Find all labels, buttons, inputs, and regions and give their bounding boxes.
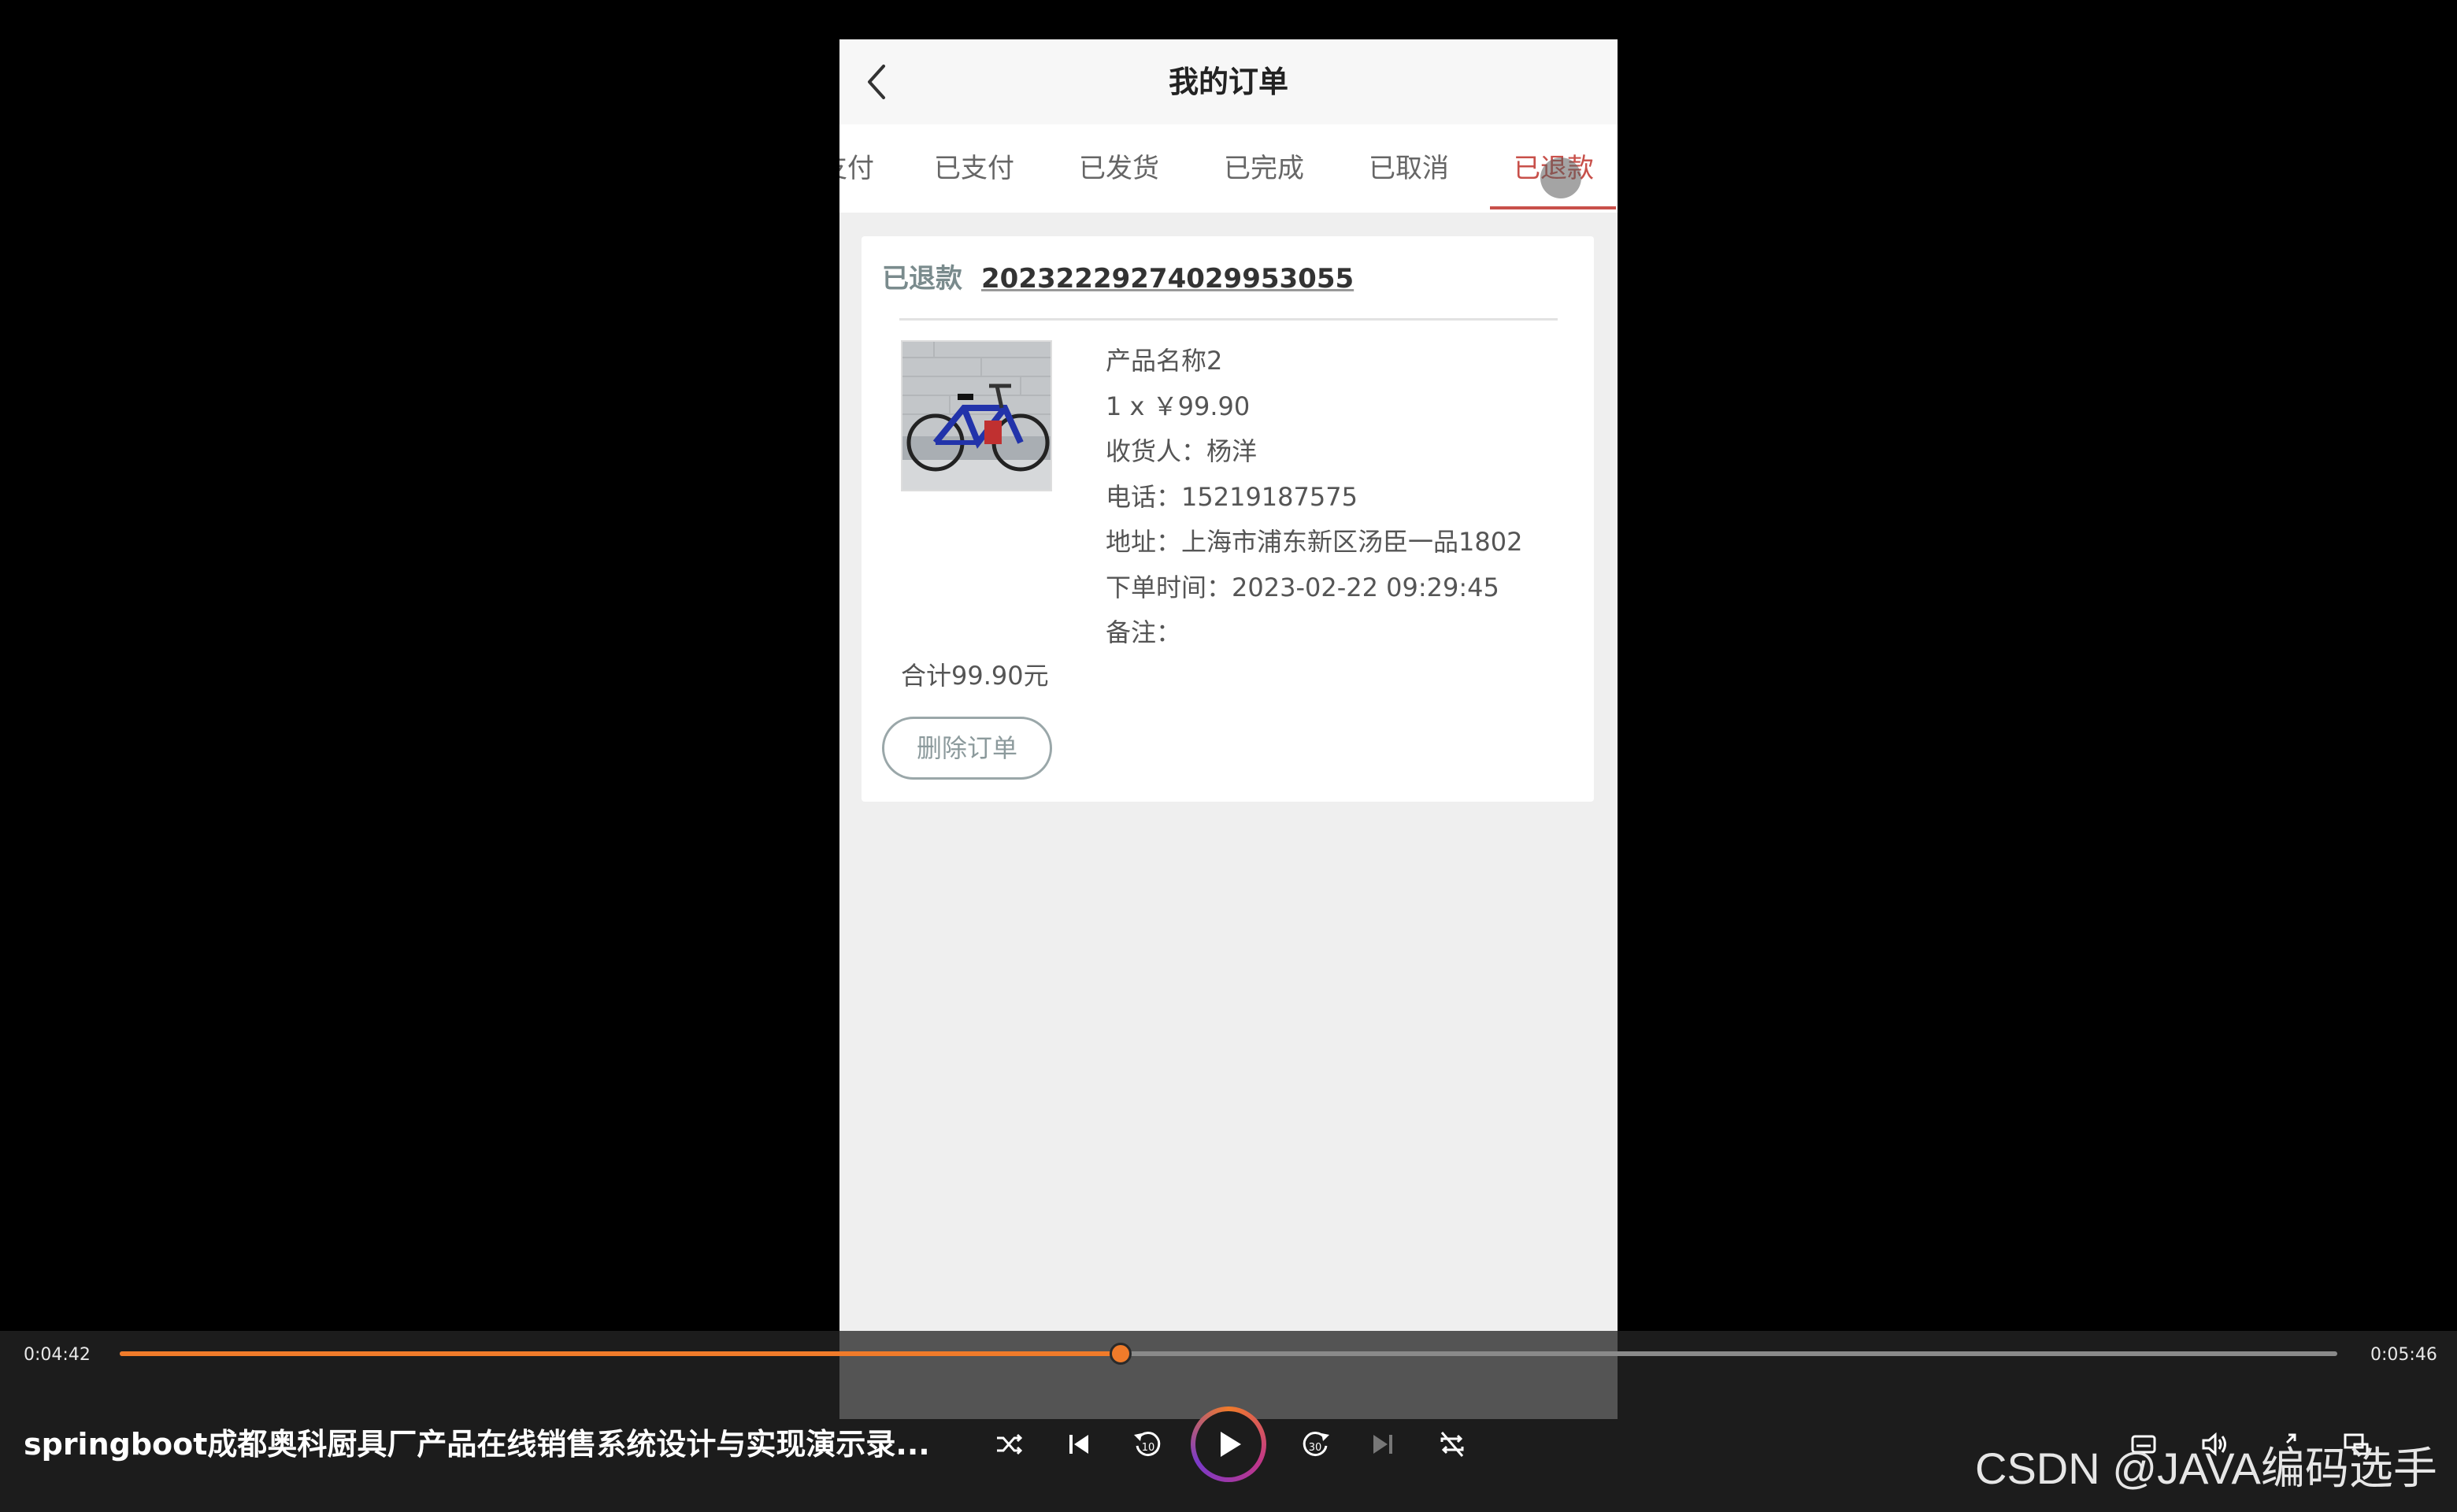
order-status-tabs: 支付 已支付 已发货 已完成 已取消 已退款 xyxy=(839,124,1618,213)
tab-paid[interactable]: 已支付 xyxy=(934,124,1014,213)
divider xyxy=(899,318,1558,321)
order-time: 下单时间：2023-02-22 09:29:45 xyxy=(1106,572,1499,602)
order-note: 备注： xyxy=(1106,617,1182,647)
skip-previous-icon xyxy=(1069,1435,1088,1454)
order-number: 20232229274029953055 xyxy=(981,263,1354,295)
address: 地址：上海市浦东新区汤臣一品1802 xyxy=(1106,527,1523,557)
product-image[interactable] xyxy=(901,340,1052,491)
video-title: springboot成都奥科厨具厂产品在线销售系统设计与实现演示录... xyxy=(24,1427,930,1462)
product-name: 产品名称2 xyxy=(1106,346,1223,376)
tab-unpaid[interactable]: 支付 xyxy=(839,124,874,213)
bicycle-photo-icon xyxy=(902,342,1051,490)
seek-handle[interactable] xyxy=(1109,1343,1132,1365)
tab-shipped[interactable]: 已发货 xyxy=(1079,124,1159,213)
current-time: 0:04:42 xyxy=(24,1345,91,1365)
skip-next-icon xyxy=(1373,1435,1392,1454)
rewind-10-icon: 10 xyxy=(1134,1432,1161,1457)
top-nav-bar: 我的订单 xyxy=(839,39,1618,124)
forward-30-button[interactable]: 30 xyxy=(1295,1424,1336,1465)
phone-screen: 我的订单 支付 已支付 已发货 已完成 已取消 已退款 已退款 202322292… xyxy=(839,39,1618,1419)
repeat-button[interactable] xyxy=(1432,1424,1473,1465)
rewind-10-button[interactable]: 10 xyxy=(1128,1424,1169,1465)
order-status: 已退款 xyxy=(882,263,962,295)
tab-completed[interactable]: 已完成 xyxy=(1224,124,1304,213)
shuffle-icon xyxy=(997,1433,1023,1455)
previous-button[interactable] xyxy=(1058,1424,1099,1465)
active-tab-indicator xyxy=(1490,206,1616,209)
order-card: 已退款 20232229274029953055 产品名称2 1 x ￥99.9… xyxy=(862,236,1594,802)
seek-bar-progress xyxy=(120,1351,1121,1356)
play-icon xyxy=(1221,1432,1241,1457)
receiver: 收货人：杨洋 xyxy=(1106,436,1258,466)
repeat-off-icon xyxy=(1440,1432,1464,1457)
tab-cancelled[interactable]: 已取消 xyxy=(1369,124,1449,213)
svg-text:10: 10 xyxy=(1142,1442,1155,1454)
phone-number: 电话：15219187575 xyxy=(1106,481,1358,512)
next-button[interactable] xyxy=(1362,1424,1403,1465)
duration: 0:05:46 xyxy=(2370,1345,2437,1365)
order-header: 已退款 20232229274029953055 xyxy=(882,258,1354,299)
seek-bar[interactable] xyxy=(120,1343,2337,1365)
svg-text:30: 30 xyxy=(1309,1442,1322,1454)
quantity-price: 1 x ￥99.90 xyxy=(1106,391,1251,421)
csdn-watermark: CSDN @JAVA编码选手 xyxy=(1975,1443,2437,1493)
shuffle-button[interactable] xyxy=(989,1424,1030,1465)
play-button[interactable] xyxy=(1191,1406,1266,1482)
delete-order-button[interactable]: 删除订单 xyxy=(882,717,1052,780)
order-total: 合计99.90元 xyxy=(901,661,1049,691)
forward-30-icon: 30 xyxy=(1303,1432,1329,1457)
touch-indicator xyxy=(1540,158,1581,198)
page-title: 我的订单 xyxy=(1168,65,1288,99)
order-details: 产品名称2 1 x ￥99.90 收货人：杨洋 电话：15219187575 地… xyxy=(1106,339,1522,656)
